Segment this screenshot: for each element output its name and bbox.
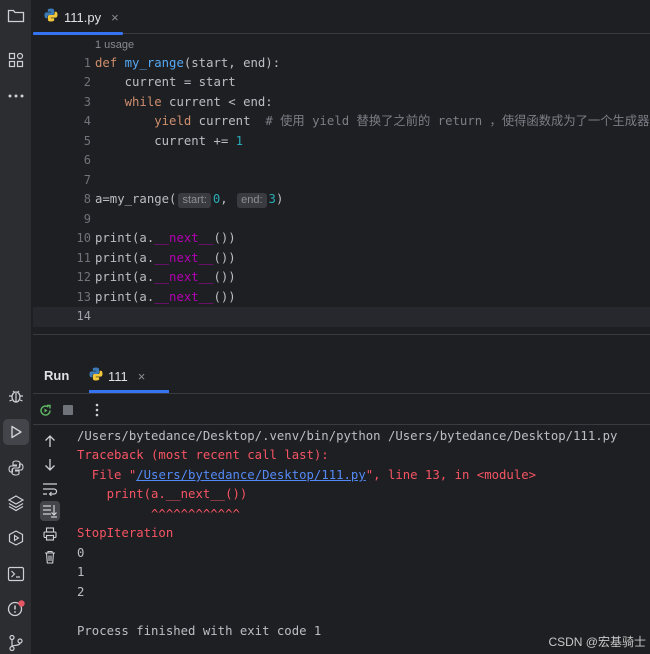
code-line: print(a.__next__()) bbox=[95, 270, 236, 284]
services-icon[interactable] bbox=[4, 526, 28, 550]
line-number: 5 bbox=[83, 134, 91, 148]
stop-icon[interactable] bbox=[60, 402, 76, 418]
editor: 111.py × 1 2 3 4 5 6 7 8 10 9 11 12 13 1… bbox=[33, 0, 650, 334]
file-link[interactable]: /Users/bytedance/Desktop/111.py bbox=[136, 468, 366, 482]
code-comment: # 使用 yield 替换了之前的 return ，使得函数成为了一个生成器 bbox=[265, 114, 650, 128]
soft-wrap-icon[interactable] bbox=[40, 479, 60, 499]
close-icon[interactable]: × bbox=[111, 10, 119, 25]
editor-tab-label: 111.py bbox=[64, 9, 102, 25]
problems-icon[interactable] bbox=[4, 597, 28, 621]
console-error-line: File "/Users/bytedance/Desktop/111.py", … bbox=[77, 468, 537, 482]
run-toolbar bbox=[33, 393, 650, 425]
console-line: 0 bbox=[77, 546, 85, 560]
console-line: /Users/bytedance/Desktop/.venv/bin/pytho… bbox=[77, 429, 618, 443]
layers-icon[interactable] bbox=[4, 491, 28, 515]
line-number: 10 bbox=[76, 231, 91, 245]
line-number: 6 bbox=[83, 153, 91, 167]
watermark: CSDN @宏基骑士 bbox=[548, 635, 646, 649]
code-line: print(a.__next__()) bbox=[95, 290, 236, 304]
code-line: def my_range(start, end): bbox=[95, 56, 281, 70]
editor-tab-111py[interactable]: 111.py × bbox=[33, 0, 123, 35]
line-number: 11 bbox=[76, 251, 91, 265]
line-number: 8 bbox=[83, 192, 91, 206]
debug-icon[interactable] bbox=[4, 384, 28, 408]
console-error-line: StopIteration bbox=[77, 526, 174, 540]
python-console-icon[interactable] bbox=[4, 456, 28, 480]
python-file-icon bbox=[44, 8, 58, 27]
code-line: print(a.__next__()) bbox=[95, 251, 236, 265]
console-side-toolbar bbox=[33, 425, 67, 654]
close-icon[interactable]: × bbox=[138, 369, 146, 384]
trash-icon[interactable] bbox=[40, 547, 60, 567]
more-vertical-icon[interactable] bbox=[89, 402, 105, 418]
console-line: Process finished with exit code 1 bbox=[77, 624, 322, 638]
console-line: 2 bbox=[77, 585, 85, 599]
python-file-icon bbox=[89, 367, 103, 386]
run-header: Run 111 × bbox=[33, 359, 650, 393]
parameter-hint: end: bbox=[237, 193, 267, 208]
line-number: 2 bbox=[83, 75, 91, 89]
console-error-line: Traceback (most recent call last): bbox=[77, 448, 329, 462]
line-number: 4 bbox=[83, 114, 91, 128]
code-line: current += 1 bbox=[95, 134, 244, 148]
code-line: print(a.__next__()) bbox=[95, 231, 236, 245]
git-icon[interactable] bbox=[4, 631, 28, 654]
folder-icon[interactable] bbox=[4, 4, 28, 28]
more-icon[interactable] bbox=[4, 84, 28, 108]
run-icon[interactable] bbox=[3, 419, 29, 445]
code-line: current = start bbox=[95, 75, 236, 89]
usage-hint[interactable]: 1 usage bbox=[95, 35, 134, 54]
tool-window-strip bbox=[0, 0, 32, 654]
line-number: 7 bbox=[83, 173, 91, 187]
line-number: 3 bbox=[83, 95, 91, 109]
scroll-to-end-icon[interactable] bbox=[40, 501, 60, 521]
console-error-line: ^^^^^^^^^^^^ bbox=[77, 507, 240, 521]
code-line: a=my_range(start: 0, end: 3) bbox=[95, 192, 284, 208]
code-line: while current < end: bbox=[124, 95, 273, 109]
code-line: yield current # 使用 yield 替换了之前的 return ，… bbox=[154, 114, 650, 128]
line-number-current: 14 bbox=[76, 309, 91, 323]
print-icon[interactable] bbox=[40, 524, 60, 544]
run-title: Run bbox=[44, 368, 70, 383]
line-number: 12 bbox=[76, 270, 91, 284]
console-error-line: print(a.__next__()) bbox=[77, 487, 248, 501]
console-line: 1 bbox=[77, 565, 85, 579]
run-tab-111[interactable]: 111 × bbox=[89, 359, 169, 393]
code-area[interactable]: 1 usage def my_range(start, end): curren… bbox=[95, 35, 650, 334]
parameter-hint: start: bbox=[178, 193, 211, 208]
line-number: 13 bbox=[76, 290, 91, 304]
line-number: 1 bbox=[83, 56, 91, 70]
down-arrow-icon[interactable] bbox=[40, 455, 60, 475]
console-output[interactable]: /Users/bytedance/Desktop/.venv/bin/pytho… bbox=[77, 425, 650, 654]
up-arrow-icon[interactable] bbox=[40, 431, 60, 451]
line-number-gutter: 1 2 3 4 5 6 7 8 10 9 11 12 13 14 bbox=[33, 35, 93, 334]
rerun-icon[interactable] bbox=[37, 402, 53, 418]
line-number: 9 bbox=[83, 212, 91, 226]
editor-tab-bar: 111.py × bbox=[33, 0, 650, 35]
run-tab-label: 111 bbox=[108, 368, 128, 384]
structure-icon[interactable] bbox=[4, 48, 28, 72]
run-tool-window: Run 111 × /Users/bytedance/Desktop/.venv… bbox=[33, 334, 650, 654]
terminal-icon[interactable] bbox=[4, 562, 28, 586]
